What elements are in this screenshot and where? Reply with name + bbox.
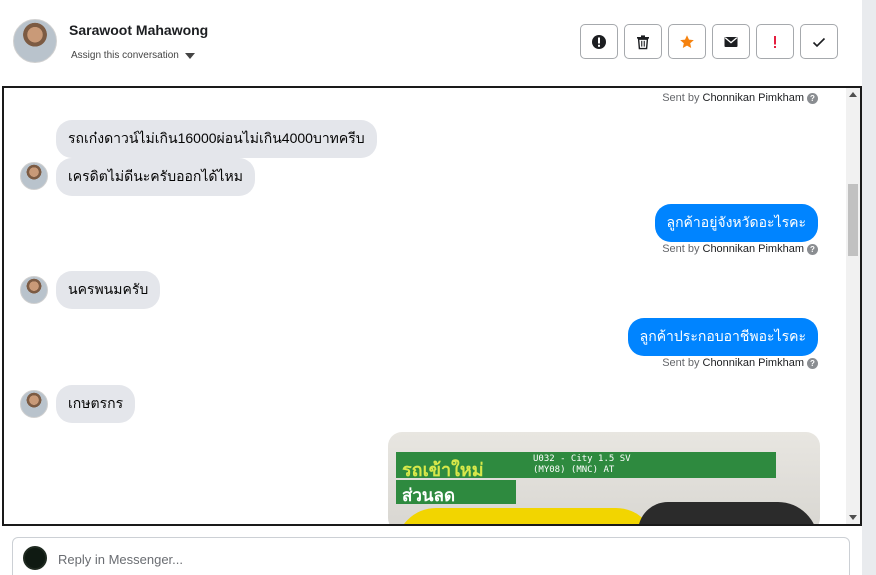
assign-label: Assign this conversation [71,50,179,61]
mark-spam-button[interactable] [580,24,618,59]
incoming-message[interactable]: นครพนมครับ [56,271,161,309]
mail-icon [724,36,738,47]
window-edge [862,0,876,575]
sent-by-label: Sent by Chonnikan Pimkham ? [662,357,818,369]
outgoing-message[interactable]: ลูกค้าประกอบอาชีพอะไรคะ [627,318,818,356]
sent-by-label: Sent by Chonnikan Pimkham ? [662,243,818,255]
incoming-message[interactable]: เครดิตไม่ดีนะครับออกได้ไหม [56,158,255,196]
incoming-message[interactable]: รถเก๋งดาวน์ไม่เกิน16000ผ่อนไม่เกิน4000บา… [56,120,377,158]
reply-input[interactable]: Reply in Messenger... [58,552,183,567]
help-icon[interactable]: ? [807,92,818,104]
help-icon[interactable]: ? [807,243,818,255]
conversation-header: Sarawoot Mahawong Assign this conversati… [0,0,862,86]
alert-circle-icon [592,34,606,49]
contact-avatar[interactable] [13,19,57,63]
outgoing-message[interactable]: ลูกค้าอยู่จังหวัดอะไรคะ [654,204,818,242]
contact-name[interactable]: Sarawoot Mahawong [69,22,208,38]
promo-price-graphic [396,508,656,524]
scrollbar-thumb[interactable] [848,184,858,256]
delete-button[interactable] [624,24,662,59]
promo-headline: รถเข้าใหม่ [402,460,484,481]
page-avatar [23,546,47,570]
contact-avatar-small [20,162,48,190]
follow-up-button[interactable] [756,24,794,59]
message-thread[interactable]: Sent by Chonnikan Pimkham ? รถเก๋งดาวน์ไ… [2,86,862,526]
assign-conversation-dropdown[interactable]: Assign this conversation [71,50,195,61]
promo-discount-label: ส่วนลด [402,486,456,505]
agent-name: Chonnikan Pimkham [702,92,805,104]
promo-spec: U032 - City 1.5 SV (MY08) (MNC) AT [533,454,631,475]
mark-unread-button[interactable] [712,24,750,59]
agent-name: Chonnikan Pimkham [702,357,805,369]
promo-image-attachment[interactable]: รถเข้าใหม่ U032 - City 1.5 SV (MY08) (MN… [388,432,820,524]
star-button[interactable] [668,24,706,59]
car-image [638,502,818,524]
check-icon [812,37,826,47]
star-icon [680,34,694,48]
thread-scrollbar[interactable] [846,88,860,524]
incoming-message[interactable]: เกษตรกร [56,385,136,423]
contact-avatar-small [20,276,48,304]
trash-icon [637,34,649,49]
caret-down-icon [184,52,195,59]
scroll-down-arrow-icon[interactable] [849,515,857,520]
mark-done-button[interactable] [800,24,838,59]
exclamation-icon [774,35,776,48]
help-icon[interactable]: ? [807,357,818,369]
reply-box[interactable]: Reply in Messenger... [12,537,850,575]
conversation-actions [580,24,838,59]
agent-name: Chonnikan Pimkham [702,243,805,255]
contact-avatar-small [20,390,48,418]
sent-by-label: Sent by Chonnikan Pimkham ? [662,92,818,104]
scroll-up-arrow-icon[interactable] [849,92,857,97]
